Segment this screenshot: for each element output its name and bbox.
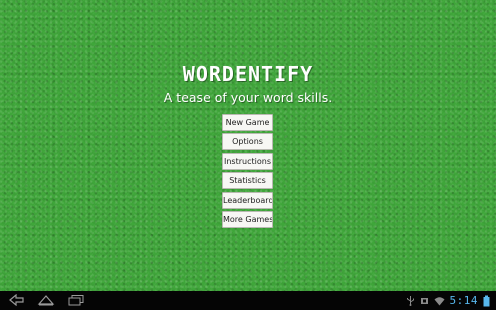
leaderboard-button[interactable]: Leaderboard xyxy=(222,191,273,209)
app-tagline: A tease of your word skills. xyxy=(163,90,333,105)
home-button[interactable] xyxy=(37,293,55,307)
instructions-button[interactable]: Instructions xyxy=(222,152,273,170)
back-button[interactable] xyxy=(7,293,25,307)
app-title: WORDENTIFY xyxy=(182,62,314,86)
grass-background: WORDENTIFY A tease of your word skills. … xyxy=(0,0,496,291)
wifi-icon xyxy=(434,296,445,306)
back-icon xyxy=(9,294,24,306)
recent-apps-button[interactable] xyxy=(67,293,85,307)
main-menu: New Game Options Instructions Statistics… xyxy=(222,114,273,230)
statistics-button[interactable]: Statistics xyxy=(222,172,273,190)
battery-icon xyxy=(483,295,490,307)
notification-icon xyxy=(420,296,429,306)
clock: 5:14 xyxy=(449,294,478,307)
more-games-button[interactable]: More Games xyxy=(222,210,273,228)
home-icon xyxy=(37,295,55,306)
system-navigation-bar: 5:14 xyxy=(0,291,496,310)
recent-apps-icon xyxy=(68,295,84,306)
game-screen: WORDENTIFY A tease of your word skills. … xyxy=(0,0,496,310)
usb-icon xyxy=(406,295,415,306)
status-area[interactable]: 5:14 xyxy=(406,291,491,310)
new-game-button[interactable]: New Game xyxy=(222,114,273,131)
options-button[interactable]: Options xyxy=(222,133,273,151)
